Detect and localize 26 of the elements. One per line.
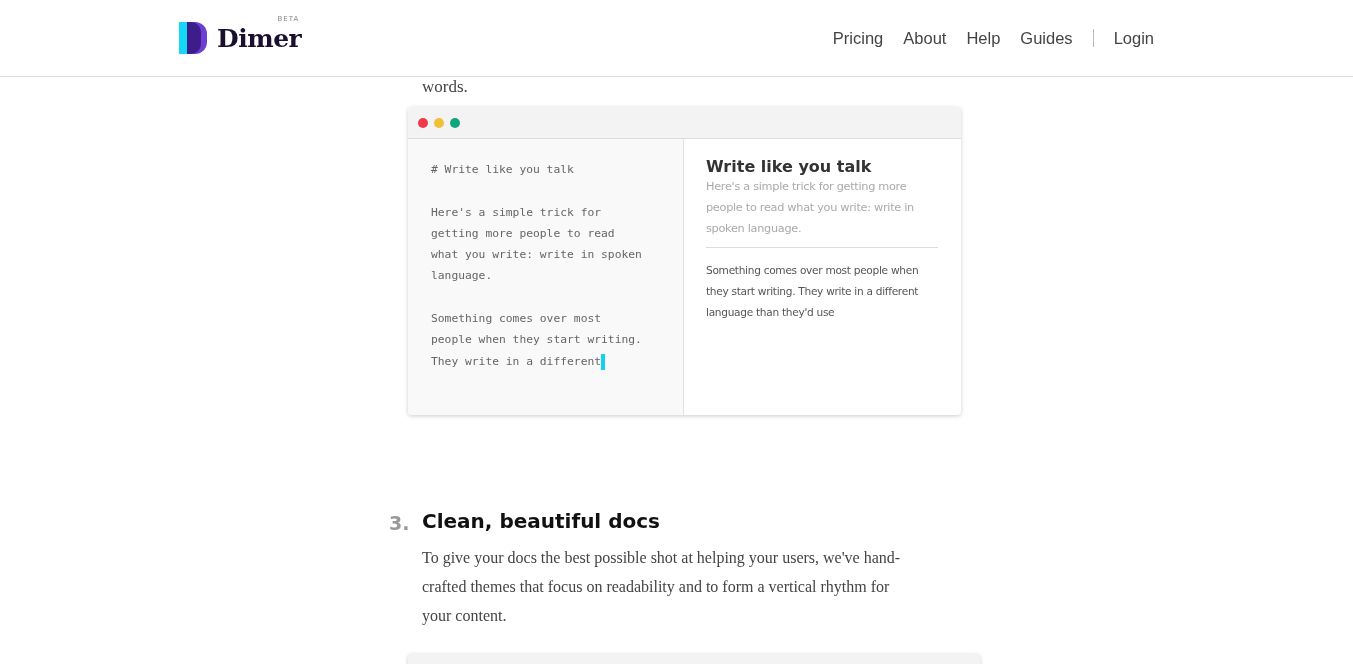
- nav-link[interactable]: About: [903, 28, 947, 48]
- close-dot-icon: [418, 117, 428, 128]
- code-line: getting more people to read: [431, 226, 615, 240]
- logo-wordmark[interactable]: Dimer: [217, 23, 302, 53]
- section-number: 3.: [389, 511, 411, 536]
- preview-lead-text: Here's a simple trick for getting more people to read what you write: write in spoken language.: [706, 176, 938, 248]
- code-line: people when they start writing.: [431, 333, 642, 347]
- login-link[interactable]: Login: [1113, 28, 1154, 48]
- code-line: what you write: write in spoken: [431, 248, 642, 262]
- code-line: Here's a simple trick for: [431, 205, 602, 219]
- paragraph-text: To give your docs the best possible shot at helping your users, we've hand-crafted themes that focus on readability and to form a vertical rhythm for your content.: [422, 548, 902, 627]
- preview-body-text: Something comes over most people when they start writing. They write in a different language than they'd use: [706, 263, 920, 320]
- code-line: They write in a different: [431, 354, 602, 368]
- text-cursor: [601, 353, 606, 370]
- nav-link[interactable]: Guides: [1020, 28, 1073, 48]
- code-line: Something comes over most: [431, 312, 602, 326]
- minimize-dot-icon: [434, 117, 444, 128]
- preview-title: Write like you talk: [706, 157, 873, 176]
- maximize-dot-icon: [450, 117, 460, 128]
- nav-link[interactable]: Help: [966, 28, 1001, 48]
- code-line: language.: [431, 269, 493, 283]
- logo-icon: [179, 22, 207, 54]
- code-line: # Write like you talk: [431, 163, 574, 176]
- paragraph-text: words.: [422, 77, 469, 95]
- nav-link[interactable]: Pricing: [832, 28, 884, 48]
- section-heading: Clean, beautiful docs: [422, 509, 661, 533]
